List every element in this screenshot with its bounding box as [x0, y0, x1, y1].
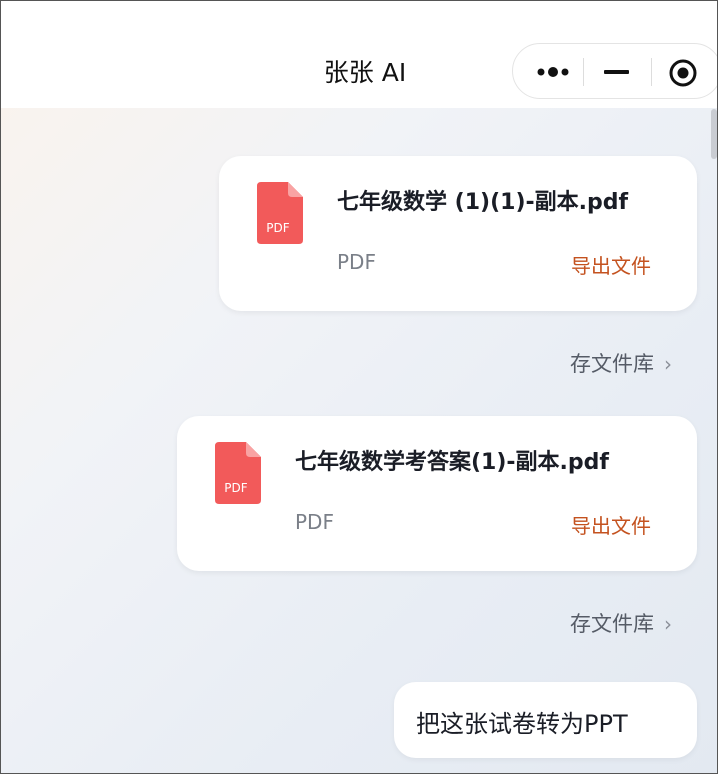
minus-icon[interactable] [604, 70, 629, 74]
export-file-button[interactable]: 导出文件 [571, 510, 651, 539]
save-to-library-link[interactable]: 存文件库 › [570, 608, 672, 638]
chevron-right-icon: › [664, 352, 672, 376]
more-dots-icon[interactable] [535, 62, 585, 82]
user-message-bubble[interactable]: 把这张试卷转为PPT [394, 682, 697, 758]
file-type: PDF [337, 250, 376, 274]
capsule-divider [651, 58, 652, 86]
save-to-library-link[interactable]: 存文件库 › [570, 348, 672, 378]
file-type: PDF [295, 510, 334, 534]
user-message-text: 把这张试卷转为PPT [416, 710, 628, 738]
file-card[interactable]: PDF 七年级数学 (1)(1)-副本.pdf PDF 导出文件 [219, 156, 697, 311]
pdf-icon-label: PDF [224, 481, 247, 495]
pdf-icon-label: PDF [266, 221, 289, 235]
capsule-divider [583, 58, 584, 86]
file-name: 七年级数学考答案(1)-副本.pdf [295, 450, 609, 475]
mini-program-capsule [512, 43, 717, 99]
save-to-library-label: 存文件库 [570, 352, 654, 376]
chevron-right-icon: › [664, 612, 672, 636]
export-file-button[interactable]: 导出文件 [571, 250, 651, 279]
pdf-file-icon: PDF [215, 442, 261, 504]
target-circle-icon[interactable] [668, 58, 698, 88]
chat-screen: 张张 AI PDF 七年级数学 (1)(1)-副本.pdf PDF 导出文件 存… [0, 0, 718, 774]
top-bar: 张张 AI [1, 1, 717, 108]
file-name: 七年级数学 (1)(1)-副本.pdf [337, 190, 629, 215]
save-to-library-label: 存文件库 [570, 612, 654, 636]
scrollbar[interactable] [711, 109, 717, 159]
pdf-file-icon: PDF [257, 182, 303, 244]
file-card[interactable]: PDF 七年级数学考答案(1)-副本.pdf PDF 导出文件 [177, 416, 697, 571]
